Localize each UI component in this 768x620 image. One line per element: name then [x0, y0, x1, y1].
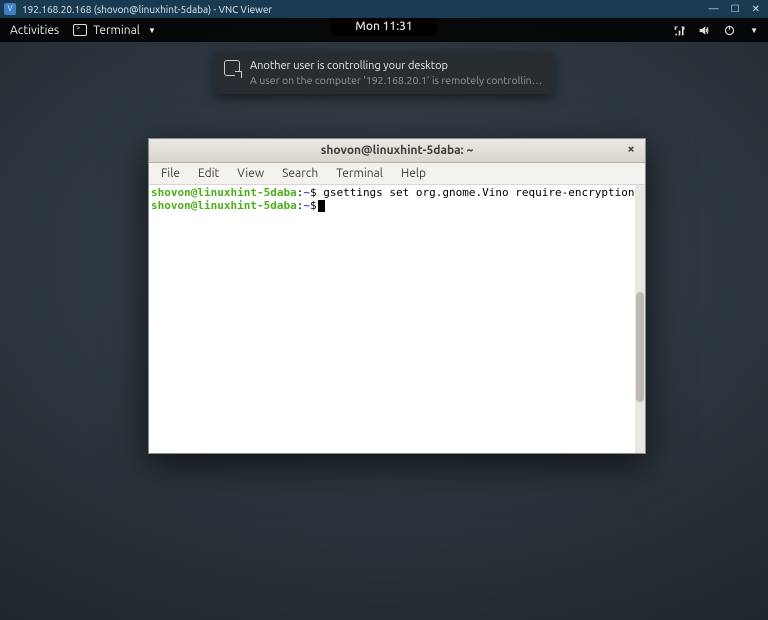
vnc-close-button[interactable]: ✕ — [752, 3, 760, 15]
gnome-desktop: Activities Terminal ▼ Mon 11:31 ▼ Anothe… — [0, 18, 768, 620]
terminal-body[interactable]: shovon@linuxhint-5daba:~$ gsettings set … — [149, 185, 645, 453]
vnc-window-title: 192.168.20.168 (shovon@linuxhint-5daba) … — [22, 4, 709, 15]
network-icon[interactable] — [673, 24, 686, 37]
terminal-menubar: File Edit View Search Terminal Help — [149, 163, 645, 185]
notification-headline: Another user is controlling your desktop — [250, 60, 544, 72]
prompt-userhost: shovon@linuxhint-5daba — [151, 199, 297, 212]
menu-terminal[interactable]: Terminal — [328, 165, 391, 182]
terminal-cursor — [318, 200, 325, 212]
menu-help[interactable]: Help — [393, 165, 434, 182]
volume-icon[interactable] — [698, 24, 711, 37]
notification-banner[interactable]: Another user is controlling your desktop… — [214, 52, 554, 94]
prompt-userhost: shovon@linuxhint-5daba — [151, 186, 297, 199]
vnc-maximize-button[interactable]: ☐ — [731, 3, 740, 15]
system-menu-caret-icon[interactable]: ▼ — [750, 26, 758, 35]
prompt-path: ~ — [303, 186, 310, 199]
activities-button[interactable]: Activities — [10, 24, 59, 37]
power-icon[interactable] — [723, 24, 736, 37]
scrollbar-thumb[interactable] — [636, 292, 644, 402]
terminal-scrollbar[interactable] — [635, 185, 645, 453]
gnome-topbar: Activities Terminal ▼ Mon 11:31 ▼ — [0, 18, 768, 42]
terminal-window: shovon@linuxhint-5daba: ~ × File Edit Vi… — [148, 138, 646, 454]
screen-share-icon — [224, 60, 240, 76]
topbar-clock[interactable]: Mon 11:31 — [331, 18, 436, 36]
terminal-app-icon — [73, 24, 87, 36]
menu-view[interactable]: View — [229, 165, 272, 182]
topbar-app-name: Terminal — [93, 24, 140, 37]
terminal-line-2: shovon@linuxhint-5daba:~$ — [151, 199, 643, 212]
vnc-titlebar: V 192.168.20.168 (shovon@linuxhint-5daba… — [0, 0, 768, 18]
terminal-close-button[interactable]: × — [623, 142, 639, 158]
terminal-titlebar[interactable]: shovon@linuxhint-5daba: ~ × — [149, 139, 645, 163]
vnc-minimize-button[interactable]: — — [709, 3, 719, 15]
terminal-line-1: shovon@linuxhint-5daba:~$ gsettings set … — [151, 186, 643, 199]
vnc-window-controls: — ☐ ✕ — [709, 3, 764, 15]
menu-search[interactable]: Search — [274, 165, 326, 182]
prompt-sigil: $ — [310, 199, 317, 212]
topbar-app-menu[interactable]: Terminal ▼ — [73, 24, 156, 37]
vnc-logo-icon: V — [4, 3, 16, 15]
notification-subtext: A user on the computer '192.168.20.1' is… — [250, 74, 544, 86]
chevron-down-icon: ▼ — [148, 26, 156, 35]
menu-file[interactable]: File — [153, 165, 188, 182]
menu-edit[interactable]: Edit — [190, 165, 227, 182]
terminal-title: shovon@linuxhint-5daba: ~ — [321, 144, 473, 157]
prompt-sigil: $ — [310, 186, 317, 199]
terminal-command-1: gsettings set org.gnome.Vino require-enc… — [323, 186, 645, 199]
prompt-path: ~ — [303, 199, 310, 212]
